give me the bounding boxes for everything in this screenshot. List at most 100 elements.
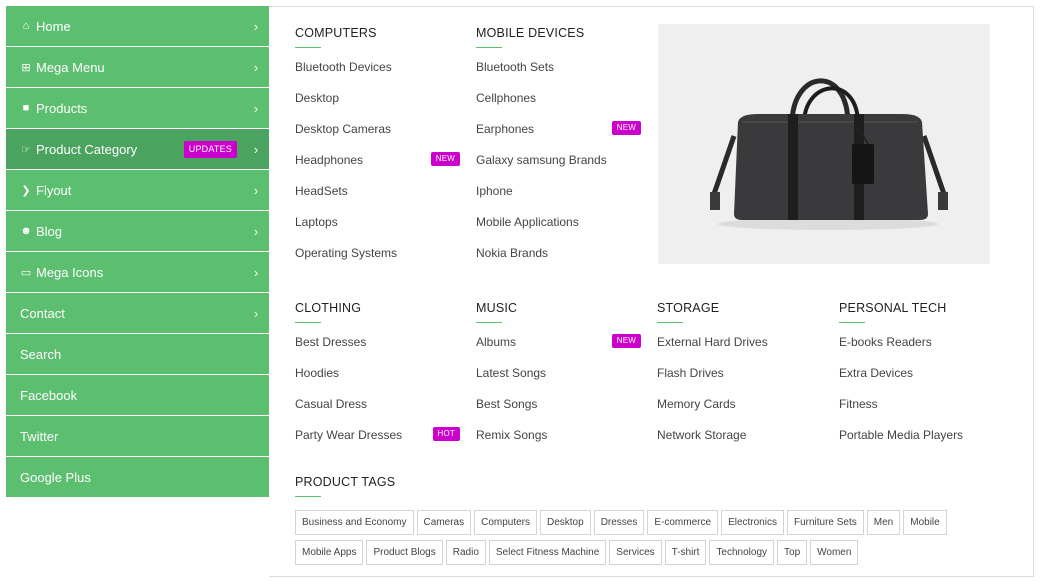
product-tag[interactable]: Desktop xyxy=(540,510,591,535)
column-title: COMPUTERS xyxy=(295,26,377,40)
menu-link-label: HeadSets xyxy=(295,184,348,198)
sidebar-item-home[interactable]: ⌂ Home › xyxy=(6,6,269,46)
menu-link[interactable]: Network Storage xyxy=(657,428,822,459)
menu-link[interactable]: Desktop Cameras xyxy=(295,122,460,153)
menu-link[interactable]: Galaxy samsung Brands xyxy=(476,153,641,184)
product-tag[interactable]: E-commerce xyxy=(647,510,719,535)
sidebar-item-product-category[interactable]: ☞ Product Category UPDATES › xyxy=(6,129,269,169)
menu-link[interactable]: Remix Songs xyxy=(476,428,641,459)
menu-link-label: Earphones xyxy=(476,122,535,136)
product-tag[interactable]: Services xyxy=(609,540,662,565)
menu-link[interactable]: Hoodies xyxy=(295,366,460,397)
menu-link-label: Laptops xyxy=(295,215,338,229)
sidebar-item-products[interactable]: ■ Products › xyxy=(6,88,269,128)
sidebar-item-mega-icons[interactable]: ▭ Mega Icons › xyxy=(6,252,269,292)
product-tag[interactable]: Cameras xyxy=(416,510,472,535)
sidebar-item-facebook[interactable]: Facebook xyxy=(6,375,269,415)
tag-row: Mobile Apps Product Blogs Radio Select Fitn… xyxy=(295,540,995,565)
menu-link-label: Galaxy samsung Brands xyxy=(476,153,607,167)
menu-link[interactable]: Fitness xyxy=(839,397,1004,428)
menu-link[interactable]: Operating Systems xyxy=(295,246,460,277)
menu-link-label: External Hard Drives xyxy=(657,335,768,349)
sidebar-item-label: Home xyxy=(36,18,71,34)
menu-link-label: Best Dresses xyxy=(295,335,367,349)
menu-link[interactable]: Mobile Applications xyxy=(476,215,641,246)
column-computers: COMPUTERS Bluetooth Devices Desktop Desktop… xyxy=(295,26,460,277)
menu-link[interactable]: Best Dresses xyxy=(295,335,460,366)
menu-link-label: Hoodies xyxy=(295,366,340,380)
menu-link[interactable]: Party Wear Dresses HOT xyxy=(295,427,460,459)
product-tag[interactable]: T-shirt xyxy=(664,540,707,565)
menu-link[interactable]: Extra Devices xyxy=(839,366,1004,397)
plus-square-icon: ⊞ xyxy=(21,61,31,74)
menu-link[interactable]: Desktop xyxy=(295,91,460,122)
menu-link[interactable]: Headphones NEW xyxy=(295,152,460,184)
menu-link-label: Operating Systems xyxy=(295,246,398,260)
sidebar-menu: ⌂ Home › ⊞ Mega Menu › ■ Products › ☞ Product Cate… xyxy=(6,6,269,498)
sidebar-item-flyout[interactable]: ❯ Flyout › xyxy=(6,170,269,210)
menu-link[interactable]: Best Songs xyxy=(476,397,641,428)
product-tag[interactable]: Mobile Apps xyxy=(295,540,364,565)
inbox-icon: ▭ xyxy=(20,266,32,279)
heading-underline xyxy=(295,47,321,48)
menu-link[interactable]: Bluetooth Devices xyxy=(295,60,460,91)
heading-underline xyxy=(657,322,683,323)
menu-link-label: Casual Dress xyxy=(295,397,368,411)
menu-link[interactable]: Nokia Brands xyxy=(476,246,641,277)
menu-link-label: Latest Songs xyxy=(476,366,547,380)
menu-link-label: Memory Cards xyxy=(657,397,736,411)
product-tag[interactable]: Business and Economy xyxy=(295,510,414,535)
product-tag[interactable]: Furniture Sets xyxy=(786,510,864,535)
sidebar-item-blog[interactable]: ☻ Blog › xyxy=(6,211,269,251)
product-tag[interactable]: Women xyxy=(810,540,859,565)
menu-link[interactable]: Iphone xyxy=(476,184,641,215)
column-clothing: CLOTHING Best Dresses Hoodies Casual Dress P… xyxy=(295,301,460,459)
product-tag[interactable]: Computers xyxy=(474,510,537,535)
product-tag[interactable]: Electronics xyxy=(721,510,784,535)
column-title: CLOTHING xyxy=(295,301,362,315)
menu-link[interactable]: Bluetooth Sets xyxy=(476,60,641,91)
chevron-right-icon: › xyxy=(253,141,259,157)
product-tag[interactable]: Product Blogs xyxy=(366,540,443,565)
sidebar-item-twitter[interactable]: Twitter xyxy=(6,416,269,456)
users-icon: ☻ xyxy=(20,225,32,237)
sidebar-item-mega-menu[interactable]: ⊞ Mega Menu › xyxy=(6,47,269,87)
menu-link[interactable]: Portable Media Players xyxy=(839,428,1004,459)
menu-link[interactable]: External Hard Drives xyxy=(657,335,822,366)
column-music: MUSIC Albums NEW Latest Songs Best Songs Remi… xyxy=(476,301,641,459)
menu-link[interactable]: Albums NEW xyxy=(476,334,641,366)
product-tag[interactable]: Radio xyxy=(445,540,486,565)
sidebar-item-label: Blog xyxy=(36,223,63,239)
new-badge: NEW xyxy=(611,121,641,135)
sidebar-item-google-plus[interactable]: Google Plus xyxy=(6,457,269,497)
heading-underline xyxy=(295,496,321,497)
menu-link[interactable]: Cellphones xyxy=(476,91,641,122)
product-tag[interactable]: Dresses xyxy=(593,510,645,535)
sidebar-item-label: Twitter xyxy=(20,428,59,444)
menu-link[interactable]: Earphones NEW xyxy=(476,121,641,153)
menu-link[interactable]: HeadSets xyxy=(295,184,460,215)
menu-link[interactable]: Memory Cards xyxy=(657,397,822,428)
product-tag[interactable]: Men xyxy=(866,510,901,535)
menu-link[interactable]: Flash Drives xyxy=(657,366,822,397)
menu-link[interactable]: Latest Songs xyxy=(476,366,641,397)
product-tag[interactable]: Top xyxy=(777,540,808,565)
product-tag[interactable]: Mobile xyxy=(903,510,947,535)
menu-link[interactable]: E-books Readers xyxy=(839,335,1004,366)
sidebar-item-contact[interactable]: Contact › xyxy=(6,293,269,333)
sidebar-item-label: Mega Icons xyxy=(36,264,104,280)
menu-link-label: Desktop Cameras xyxy=(295,122,392,136)
product-image-bag[interactable] xyxy=(658,24,990,264)
product-tag[interactable]: Technology xyxy=(709,540,775,565)
heading-underline xyxy=(295,322,321,323)
sidebar-item-label: Search xyxy=(20,346,62,362)
sidebar-item-search[interactable]: Search xyxy=(6,334,269,374)
product-tags-title: PRODUCT TAGS xyxy=(295,475,396,489)
menu-link[interactable]: Laptops xyxy=(295,215,460,246)
mega-menu-panel: COMPUTERS Bluetooth Devices Desktop Desktop… xyxy=(269,6,1034,577)
menu-link-label: Desktop xyxy=(295,91,340,105)
menu-link[interactable]: Casual Dress xyxy=(295,397,460,428)
product-tag[interactable]: Select Fitness Machine xyxy=(488,540,607,565)
sidebar-item-label: Product Category xyxy=(36,141,138,157)
menu-link-label: Headphones xyxy=(295,153,364,167)
